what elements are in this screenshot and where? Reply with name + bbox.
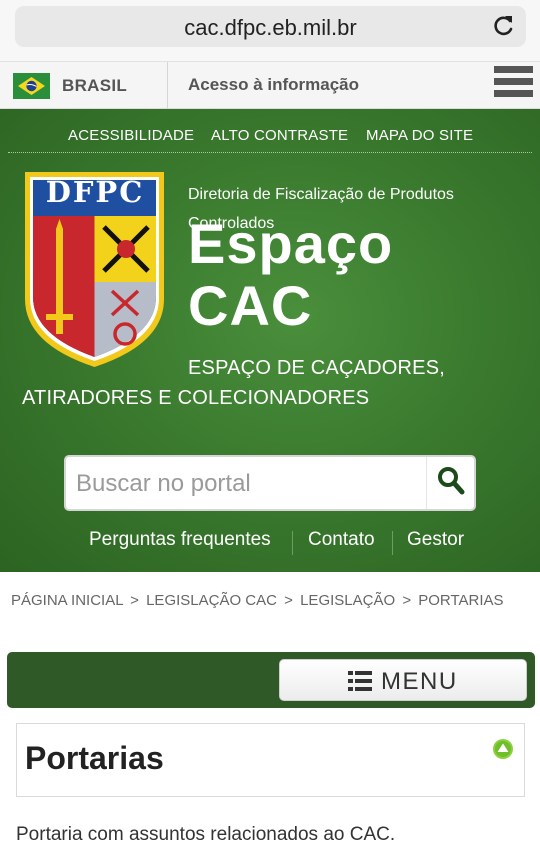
subtitle-line1: ESPAÇO DE CAÇADORES, (188, 357, 446, 379)
high-contrast-link[interactable]: ALTO CONTRASTE (211, 127, 348, 144)
divider (167, 62, 168, 109)
list-icon (348, 671, 372, 691)
accessibility-links: ACESSIBILIDADE ALTO CONTRASTE MAPA DO SI… (0, 127, 540, 153)
manager-link[interactable]: Gestor (407, 529, 464, 551)
breadcrumb-home[interactable]: PÁGINA INICIAL (11, 592, 123, 609)
breadcrumb-legislacao-cac[interactable]: LEGISLAÇÃO CAC (146, 592, 277, 609)
site-subtitle: ESPAÇO DE CAÇADORES, ATIRADORES E COLECI… (22, 353, 522, 413)
site-title-line1: Espaço (188, 212, 394, 275)
access-info-link[interactable]: Acesso à informação (188, 75, 359, 95)
content-header-card: Portarias (16, 723, 525, 797)
breadcrumb-separator: > (284, 592, 293, 609)
divider (292, 531, 293, 555)
quick-links: Perguntas frequentes Contato Gestor (0, 529, 540, 559)
faq-link[interactable]: Perguntas frequentes (89, 529, 271, 551)
menu-button[interactable]: MENU (279, 659, 527, 701)
contact-link[interactable]: Contato (308, 529, 375, 551)
brasil-link[interactable]: BRASIL (62, 76, 127, 96)
accessibility-link[interactable]: ACESSIBILIDADE (68, 127, 194, 144)
search-icon (438, 467, 465, 495)
site-title[interactable]: Espaço CAC (188, 213, 528, 337)
address-bar[interactable]: cac.dfpc.eb.mil.br (15, 6, 526, 47)
menu-bar: MENU (7, 652, 535, 708)
crest-text: DFPC (45, 175, 145, 209)
page-title: Portarias (25, 740, 164, 776)
browser-toolbar: cac.dfpc.eb.mil.br (0, 0, 540, 62)
menu-label: MENU (381, 668, 458, 695)
search-button[interactable] (426, 457, 474, 509)
brazil-flag-icon[interactable] (13, 73, 50, 99)
gov-bar: BRASIL Acesso à informação (0, 62, 540, 109)
page-intro-text: Portaria com assuntos relacionados ao CA… (16, 824, 396, 845)
reload-icon[interactable] (490, 13, 516, 39)
divider (392, 531, 393, 555)
arrow-up-circle-icon[interactable] (492, 738, 514, 760)
breadcrumb: PÁGINA INICIAL > LEGISLAÇÃO CAC > LEGISL… (11, 592, 504, 609)
site-title-line2: CAC (188, 274, 313, 337)
breadcrumb-legislacao[interactable]: LEGISLAÇÃO (300, 592, 395, 609)
sitemap-link[interactable]: MAPA DO SITE (366, 127, 473, 144)
hamburger-menu-icon[interactable] (494, 66, 533, 104)
divider (8, 152, 532, 153)
breadcrumb-separator: > (130, 592, 139, 609)
search-input[interactable] (76, 469, 416, 499)
subtitle-line2: ATIRADORES E COLECIONADORES (22, 387, 370, 409)
site-header: ACESSIBILIDADE ALTO CONTRASTE MAPA DO SI… (0, 109, 540, 572)
search-form (64, 455, 476, 511)
breadcrumb-separator: > (402, 592, 412, 609)
breadcrumb-current: PORTARIAS (418, 592, 504, 609)
url-text: cac.dfpc.eb.mil.br (184, 15, 357, 40)
